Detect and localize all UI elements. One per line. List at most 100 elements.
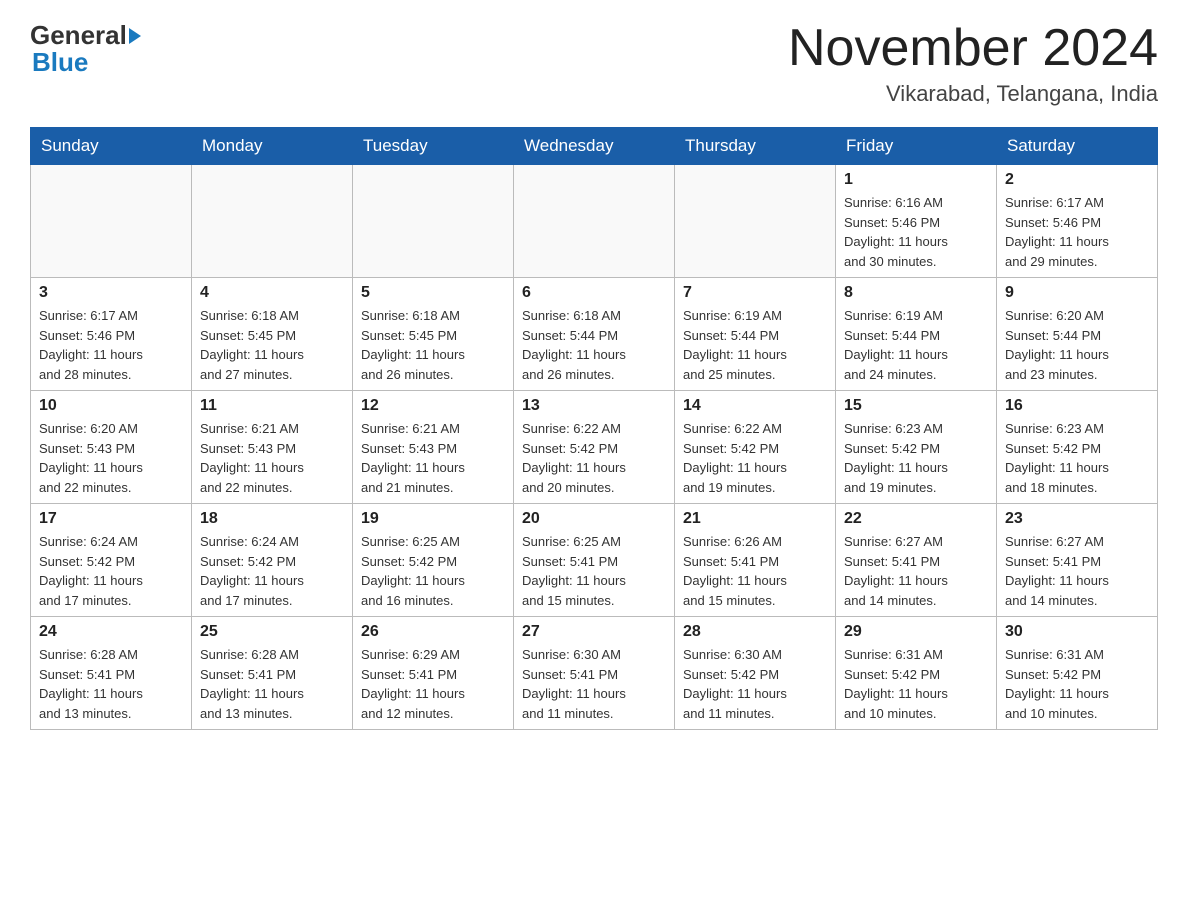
day-info: Sunrise: 6:19 AM Sunset: 5:44 PM Dayligh… — [844, 306, 988, 384]
day-info: Sunrise: 6:19 AM Sunset: 5:44 PM Dayligh… — [683, 306, 827, 384]
calendar-cell: 15 Sunrise: 6:23 AM Sunset: 5:42 PM Dayli… — [836, 391, 997, 504]
day-info: Sunrise: 6:25 AM Sunset: 5:42 PM Dayligh… — [361, 532, 505, 610]
calendar-cell: 17Sunrise: 6:24 AM Sunset: 5:42 PM Dayli… — [31, 504, 192, 617]
day-number: 13 — [522, 397, 666, 415]
day-number: 10 — [39, 397, 183, 415]
day-number: 29 — [844, 623, 988, 641]
week-row-1: 1 Sunrise: 6:16 AM Sunset: 5:46 PM Daylig… — [31, 165, 1158, 278]
weekday-header-row: SundayMondayTuesdayWednesdayThursdayFrid… — [31, 128, 1158, 165]
calendar-cell: 29 Sunrise: 6:31 AM Sunset: 5:42 PM Dayli… — [836, 617, 997, 730]
calendar-cell: 16 Sunrise: 6:23 AM Sunset: 5:42 PM Dayli… — [997, 391, 1158, 504]
day-number: 14 — [683, 397, 827, 415]
calendar-cell: 21 Sunrise: 6:26 AM Sunset: 5:41 PM Dayli… — [675, 504, 836, 617]
day-info: Sunrise: 6:29 AM Sunset: 5:41 PM Dayligh… — [361, 645, 505, 723]
logo-arrow-icon — [129, 28, 141, 44]
calendar-cell: 13 Sunrise: 6:22 AM Sunset: 5:42 PM Dayli… — [514, 391, 675, 504]
day-info: Sunrise: 6:27 AM Sunset: 5:41 PM Dayligh… — [1005, 532, 1149, 610]
calendar-cell: 6Sunrise: 6:18 AM Sunset: 5:44 PM Daylig… — [514, 278, 675, 391]
day-number: 16 — [1005, 397, 1149, 415]
day-number: 19 — [361, 510, 505, 528]
day-info: Sunrise: 6:17 AM Sunset: 5:46 PM Dayligh… — [39, 306, 183, 384]
day-number: 4 — [200, 284, 344, 302]
calendar-cell: 14Sunrise: 6:22 AM Sunset: 5:42 PM Dayli… — [675, 391, 836, 504]
day-info: Sunrise: 6:21 AM Sunset: 5:43 PM Dayligh… — [200, 419, 344, 497]
day-info: Sunrise: 6:30 AM Sunset: 5:42 PM Dayligh… — [683, 645, 827, 723]
location-title: Vikarabad, Telangana, India — [788, 81, 1158, 107]
day-info: Sunrise: 6:28 AM Sunset: 5:41 PM Dayligh… — [39, 645, 183, 723]
calendar-cell: 28 Sunrise: 6:30 AM Sunset: 5:42 PM Dayli… — [675, 617, 836, 730]
calendar-cell: 25 Sunrise: 6:28 AM Sunset: 5:41 PM Dayli… — [192, 617, 353, 730]
calendar-cell: 10Sunrise: 6:20 AM Sunset: 5:43 PM Dayli… — [31, 391, 192, 504]
day-info: Sunrise: 6:17 AM Sunset: 5:46 PM Dayligh… — [1005, 193, 1149, 271]
day-number: 5 — [361, 284, 505, 302]
day-info: Sunrise: 6:26 AM Sunset: 5:41 PM Dayligh… — [683, 532, 827, 610]
day-number: 12 — [361, 397, 505, 415]
calendar-cell: 22Sunrise: 6:27 AM Sunset: 5:41 PM Dayli… — [836, 504, 997, 617]
day-number: 18 — [200, 510, 344, 528]
weekday-header-monday: Monday — [192, 128, 353, 165]
calendar-cell: 4 Sunrise: 6:18 AM Sunset: 5:45 PM Daylig… — [192, 278, 353, 391]
day-info: Sunrise: 6:23 AM Sunset: 5:42 PM Dayligh… — [844, 419, 988, 497]
calendar-cell — [353, 165, 514, 278]
day-number: 9 — [1005, 284, 1149, 302]
day-number: 7 — [683, 284, 827, 302]
day-number: 20 — [522, 510, 666, 528]
day-info: Sunrise: 6:21 AM Sunset: 5:43 PM Dayligh… — [361, 419, 505, 497]
calendar-cell: 8 Sunrise: 6:19 AM Sunset: 5:44 PM Daylig… — [836, 278, 997, 391]
calendar-cell: 3 Sunrise: 6:17 AM Sunset: 5:46 PM Daylig… — [31, 278, 192, 391]
day-number: 15 — [844, 397, 988, 415]
title-block: November 2024 Vikarabad, Telangana, Indi… — [788, 20, 1158, 107]
day-number: 2 — [1005, 171, 1149, 189]
day-number: 27 — [522, 623, 666, 641]
day-number: 25 — [200, 623, 344, 641]
day-number: 28 — [683, 623, 827, 641]
calendar-cell: 12 Sunrise: 6:21 AM Sunset: 5:43 PM Dayli… — [353, 391, 514, 504]
day-info: Sunrise: 6:31 AM Sunset: 5:42 PM Dayligh… — [1005, 645, 1149, 723]
weekday-header-thursday: Thursday — [675, 128, 836, 165]
calendar-cell: 24Sunrise: 6:28 AM Sunset: 5:41 PM Dayli… — [31, 617, 192, 730]
day-info: Sunrise: 6:20 AM Sunset: 5:44 PM Dayligh… — [1005, 306, 1149, 384]
day-number: 3 — [39, 284, 183, 302]
calendar-cell: 30 Sunrise: 6:31 AM Sunset: 5:42 PM Dayli… — [997, 617, 1158, 730]
day-number: 21 — [683, 510, 827, 528]
calendar-cell: 19 Sunrise: 6:25 AM Sunset: 5:42 PM Dayli… — [353, 504, 514, 617]
weekday-header-saturday: Saturday — [997, 128, 1158, 165]
day-info: Sunrise: 6:25 AM Sunset: 5:41 PM Dayligh… — [522, 532, 666, 610]
calendar-cell: 2 Sunrise: 6:17 AM Sunset: 5:46 PM Daylig… — [997, 165, 1158, 278]
day-info: Sunrise: 6:24 AM Sunset: 5:42 PM Dayligh… — [200, 532, 344, 610]
calendar-cell: 23 Sunrise: 6:27 AM Sunset: 5:41 PM Dayli… — [997, 504, 1158, 617]
day-number: 1 — [844, 171, 988, 189]
day-info: Sunrise: 6:28 AM Sunset: 5:41 PM Dayligh… — [200, 645, 344, 723]
day-info: Sunrise: 6:22 AM Sunset: 5:42 PM Dayligh… — [522, 419, 666, 497]
day-info: Sunrise: 6:24 AM Sunset: 5:42 PM Dayligh… — [39, 532, 183, 610]
calendar-cell: 18 Sunrise: 6:24 AM Sunset: 5:42 PM Dayli… — [192, 504, 353, 617]
day-info: Sunrise: 6:23 AM Sunset: 5:42 PM Dayligh… — [1005, 419, 1149, 497]
week-row-2: 3 Sunrise: 6:17 AM Sunset: 5:46 PM Daylig… — [31, 278, 1158, 391]
week-row-4: 17Sunrise: 6:24 AM Sunset: 5:42 PM Dayli… — [31, 504, 1158, 617]
calendar-cell: 1 Sunrise: 6:16 AM Sunset: 5:46 PM Daylig… — [836, 165, 997, 278]
calendar-cell — [192, 165, 353, 278]
calendar-cell — [514, 165, 675, 278]
day-info: Sunrise: 6:31 AM Sunset: 5:42 PM Dayligh… — [844, 645, 988, 723]
day-info: Sunrise: 6:18 AM Sunset: 5:44 PM Dayligh… — [522, 306, 666, 384]
week-row-3: 10Sunrise: 6:20 AM Sunset: 5:43 PM Dayli… — [31, 391, 1158, 504]
logo-blue-text: Blue — [30, 47, 141, 78]
day-info: Sunrise: 6:30 AM Sunset: 5:41 PM Dayligh… — [522, 645, 666, 723]
day-info: Sunrise: 6:16 AM Sunset: 5:46 PM Dayligh… — [844, 193, 988, 271]
day-number: 8 — [844, 284, 988, 302]
day-number: 30 — [1005, 623, 1149, 641]
calendar-cell — [31, 165, 192, 278]
day-info: Sunrise: 6:18 AM Sunset: 5:45 PM Dayligh… — [361, 306, 505, 384]
page-header: General Blue November 2024 Vikarabad, Te… — [30, 20, 1158, 107]
day-number: 22 — [844, 510, 988, 528]
logo: General Blue — [30, 20, 141, 78]
calendar-cell: 9 Sunrise: 6:20 AM Sunset: 5:44 PM Daylig… — [997, 278, 1158, 391]
day-number: 26 — [361, 623, 505, 641]
week-row-5: 24Sunrise: 6:28 AM Sunset: 5:41 PM Dayli… — [31, 617, 1158, 730]
weekday-header-tuesday: Tuesday — [353, 128, 514, 165]
calendar-cell — [675, 165, 836, 278]
day-number: 23 — [1005, 510, 1149, 528]
weekday-header-sunday: Sunday — [31, 128, 192, 165]
calendar-cell: 11Sunrise: 6:21 AM Sunset: 5:43 PM Dayli… — [192, 391, 353, 504]
day-info: Sunrise: 6:18 AM Sunset: 5:45 PM Dayligh… — [200, 306, 344, 384]
